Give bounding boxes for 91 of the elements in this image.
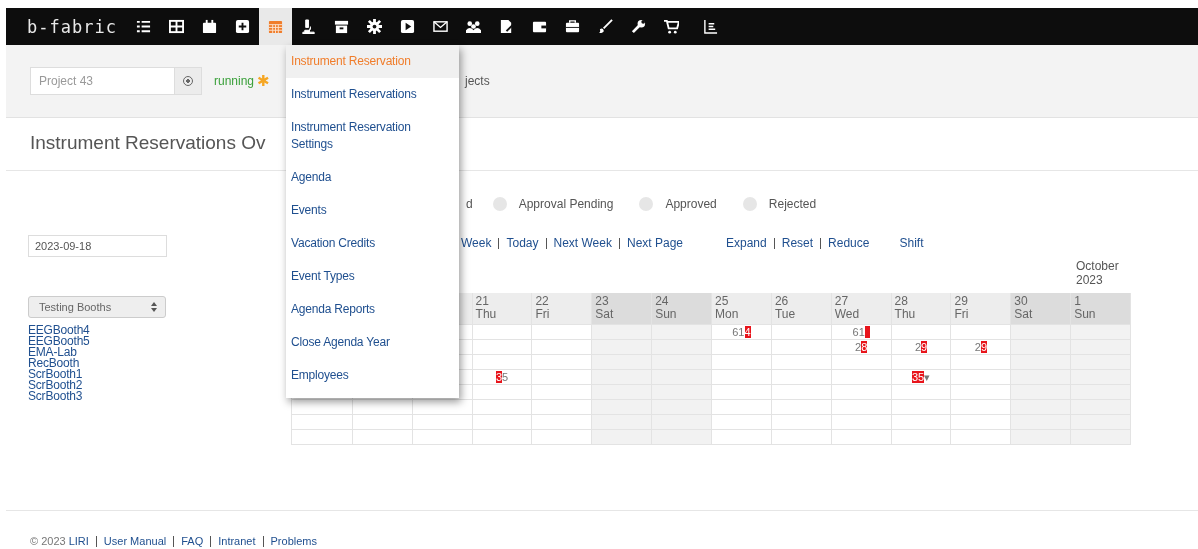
reservation-entry[interactable]: 61: [852, 326, 870, 338]
legend-circle-icon: [492, 197, 507, 211]
projects-link[interactable]: jects: [465, 74, 490, 88]
weekend-cell[interactable]: [1010, 430, 1071, 444]
day-header: 26 Tue: [770, 293, 831, 324]
paging-link[interactable]: Today: [506, 236, 539, 250]
booth-link[interactable]: EMA-Lab: [28, 347, 90, 358]
menu-item[interactable]: Close Agenda Year: [286, 326, 459, 359]
status-text: running: [214, 74, 255, 88]
weekend-cell[interactable]: [651, 415, 711, 429]
booth-link[interactable]: EEGBooth5: [28, 336, 90, 347]
day-header: 28 Thu: [890, 293, 951, 324]
weekend-cell[interactable]: [651, 340, 711, 354]
day-header: 27 Wed: [830, 293, 891, 324]
booth-link[interactable]: ScrBooth1: [28, 369, 90, 380]
weekend-cell[interactable]: [591, 400, 652, 414]
footer-link[interactable]: Intranet: [218, 535, 256, 547]
footer-link[interactable]: LIRI: [68, 535, 89, 547]
date-field[interactable]: 2023-09-18: [28, 235, 167, 257]
status-mark: ✱: [257, 72, 271, 90]
weekend-cell[interactable]: [591, 385, 652, 399]
legend-label: Approved: [665, 197, 717, 211]
weekend-cell[interactable]: [591, 415, 652, 429]
booth-link[interactable]: ScrBooth3: [28, 391, 90, 402]
menu-item[interactable]: Vacation Credits: [286, 227, 459, 260]
paging-link[interactable]: Next Week: [553, 236, 612, 250]
zoom-link[interactable]: Expand: [726, 236, 767, 250]
weekend-cell[interactable]: [1010, 340, 1071, 354]
menu-item[interactable]: Agenda: [286, 161, 459, 194]
weekend-cell[interactable]: [1070, 385, 1131, 399]
weekend-cell[interactable]: [1010, 355, 1071, 369]
footer-link[interactable]: FAQ: [181, 535, 204, 547]
legend-circle-icon: [639, 197, 654, 211]
weekend-cell[interactable]: [1070, 325, 1131, 339]
booth-link[interactable]: EEGBooth4: [28, 325, 90, 336]
weekend-cell[interactable]: [1070, 370, 1131, 384]
weekend-cell[interactable]: [651, 370, 711, 384]
menu-item[interactable]: Events: [286, 194, 459, 227]
weekend-cell[interactable]: [591, 355, 652, 369]
booth-link[interactable]: RecBooth: [28, 358, 90, 369]
weekend-cell[interactable]: [1010, 385, 1071, 399]
weekend-cell[interactable]: [1010, 400, 1071, 414]
paging-link[interactable]: Next Page: [626, 236, 683, 250]
menu-item[interactable]: Instrument Reservation Settings: [286, 111, 459, 161]
day-header: 23 Sat: [591, 293, 652, 324]
day-header: 21 Thu: [471, 293, 532, 324]
weekend-cell[interactable]: [651, 325, 711, 339]
shift-link[interactable]: Shift: [899, 236, 924, 250]
target-button[interactable]: [175, 67, 202, 95]
menu-item[interactable]: Employees: [286, 359, 459, 392]
menu-item[interactable]: Agenda Reports: [286, 293, 459, 326]
weekend-cell[interactable]: [1070, 340, 1131, 354]
menu-item[interactable]: Event Types: [286, 260, 459, 293]
weekend-cell[interactable]: [1070, 355, 1131, 369]
day-header: 24 Sun: [651, 293, 711, 324]
sort-arrows-icon: [151, 302, 157, 312]
footer-link[interactable]: Problems: [270, 535, 317, 547]
legend-label: Approval Pending: [518, 197, 614, 211]
paging-link[interactable]: Week: [461, 236, 492, 250]
legend-label: Rejected: [768, 197, 817, 211]
weekend-cell[interactable]: [591, 340, 652, 354]
calendar-icon[interactable]: [258, 8, 292, 45]
weekend-cell[interactable]: [1010, 325, 1071, 339]
logo[interactable]: b-fabric: [27, 16, 117, 37]
weekend-cell[interactable]: [591, 325, 652, 339]
day-header: 30 Sat: [1010, 293, 1071, 324]
copyright-text: © 2023: [30, 535, 66, 547]
day-header: 1 Sun: [1070, 293, 1131, 324]
footer-link[interactable]: User Manual: [103, 535, 167, 547]
legend-circle-icon: [742, 197, 757, 211]
weekend-cell[interactable]: [651, 430, 711, 444]
weekend-cell[interactable]: [651, 385, 711, 399]
weekend-cell[interactable]: [651, 355, 711, 369]
weekend-cell[interactable]: [1070, 400, 1131, 414]
zoom-link[interactable]: Reduce: [828, 236, 870, 250]
weekend-cell[interactable]: [651, 400, 711, 414]
booth-select[interactable]: Testing Booths: [28, 296, 166, 318]
month-label: October 2023: [1076, 259, 1120, 289]
menu-item[interactable]: Instrument Reservations: [286, 78, 459, 111]
weekend-cell[interactable]: [1010, 415, 1071, 429]
weekend-cell[interactable]: [591, 370, 652, 384]
booth-link[interactable]: ScrBooth2: [28, 380, 90, 391]
zoom-link[interactable]: Reset: [781, 236, 814, 250]
project-field[interactable]: Project 43: [30, 67, 175, 95]
weekend-cell[interactable]: [1070, 430, 1131, 444]
weekend-cell[interactable]: [591, 430, 652, 444]
legend-label: d: [466, 197, 473, 211]
weekend-cell[interactable]: [1010, 370, 1071, 384]
reservation-entry[interactable]: 614: [732, 326, 751, 338]
day-header: 25 Mon: [711, 293, 771, 324]
weekend-cell[interactable]: [1070, 415, 1131, 429]
